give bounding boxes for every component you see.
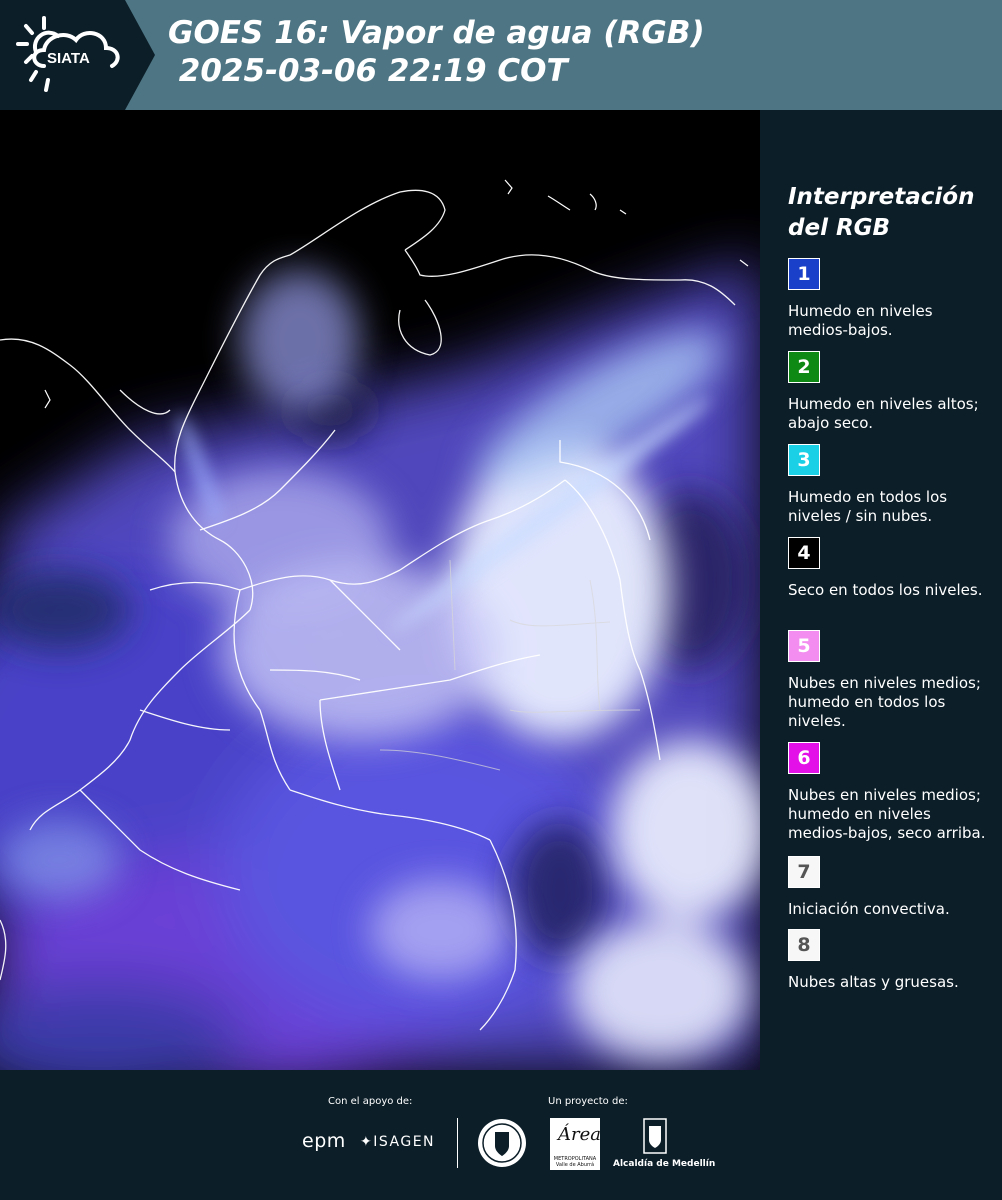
legend-label-4: Seco en todos los niveles.: [788, 581, 983, 599]
isagen-logo: ✦ISAGEN: [360, 1134, 435, 1150]
alcaldia-label: Alcaldía de Medellín: [613, 1159, 716, 1169]
header-bar: SIATA GOES 16: Vapor de agua (RGB) 2025-…: [0, 0, 1002, 110]
legend-label-2: Humedo en niveles altos; abajo seco.: [788, 395, 979, 432]
legend-label-8: Nubes altas y gruesas.: [788, 973, 959, 991]
legend-swatch-7: 7: [788, 856, 820, 888]
legend-title: Interpretación del RGB: [788, 184, 975, 241]
area-logo-wordmark: Área: [558, 1124, 601, 1145]
legend-item-8: 8 Nubes altas y gruesas.: [788, 929, 988, 992]
isagen-label: ISAGEN: [373, 1134, 436, 1150]
support-label: Con el apoyo de:: [328, 1096, 413, 1107]
legend-label-7: Iniciación convectiva.: [788, 900, 950, 918]
epm-logo: epm: [302, 1130, 346, 1152]
footer: Con el apoyo de: Un proyecto de: epm ✦IS…: [0, 1070, 1002, 1200]
project-label: Un proyecto de:: [548, 1096, 628, 1107]
legend-label-1: Humedo en niveles medios-bajos.: [788, 302, 933, 339]
legend-swatch-3: 3: [788, 444, 820, 476]
legend-swatch-1: 1: [788, 258, 820, 290]
siata-logo-icon: SIATA: [16, 16, 120, 92]
title-line-2: 2025-03-06 22:19 COT: [168, 53, 568, 89]
legend-label-5: Nubes en niveles medios; humedo en todos…: [788, 674, 981, 730]
legend-item-3: 3 Humedo en todos los niveles / sin nube…: [788, 444, 988, 526]
legend-label-6: Nubes en niveles medios; humedo en nivel…: [788, 786, 986, 842]
title-line-1: GOES 16: Vapor de agua (RGB): [168, 15, 705, 51]
legend-item-7: 7 Iniciación convectiva.: [788, 856, 988, 919]
legend-item-2: 2 Humedo en niveles altos; abajo seco.: [788, 351, 988, 433]
legend-swatch-8: 8: [788, 929, 820, 961]
legend-label-3: Humedo en todos los niveles / sin nubes.: [788, 488, 948, 525]
medellin-seal-icon: [478, 1119, 526, 1167]
area-logo-subtitle: METROPOLITANA Valle de Aburrá: [553, 1156, 597, 1168]
alcaldia-shield-icon: [643, 1118, 667, 1154]
legend-item-5: 5 Nubes en niveles medios; humedo en tod…: [788, 630, 988, 731]
legend-swatch-4: 4: [788, 537, 820, 569]
legend-swatch-6: 6: [788, 742, 820, 774]
legend-item-6: 6 Nubes en niveles medios; humedo en niv…: [788, 742, 988, 843]
satellite-map-canvas: [0, 110, 760, 1070]
footer-divider: [457, 1118, 458, 1168]
area-metropolitana-logo: Área METROPOLITANA Valle de Aburrá: [550, 1118, 601, 1170]
legend-item-1: 1 Humedo en niveles medios-bajos.: [788, 258, 988, 340]
legend-item-4: 4 Seco en todos los niveles.: [788, 537, 988, 600]
legend-swatch-5: 5: [788, 630, 820, 662]
page-title: GOES 16: Vapor de agua (RGB) 2025-03-06 …: [168, 14, 705, 90]
legend-swatch-2: 2: [788, 351, 820, 383]
legend-panel: Interpretación del RGB 1 Humedo en nivel…: [760, 110, 1002, 1070]
isagen-mark-icon: ✦: [360, 1134, 374, 1150]
svg-text:SIATA: SIATA: [47, 50, 90, 67]
satellite-map[interactable]: [0, 110, 760, 1070]
